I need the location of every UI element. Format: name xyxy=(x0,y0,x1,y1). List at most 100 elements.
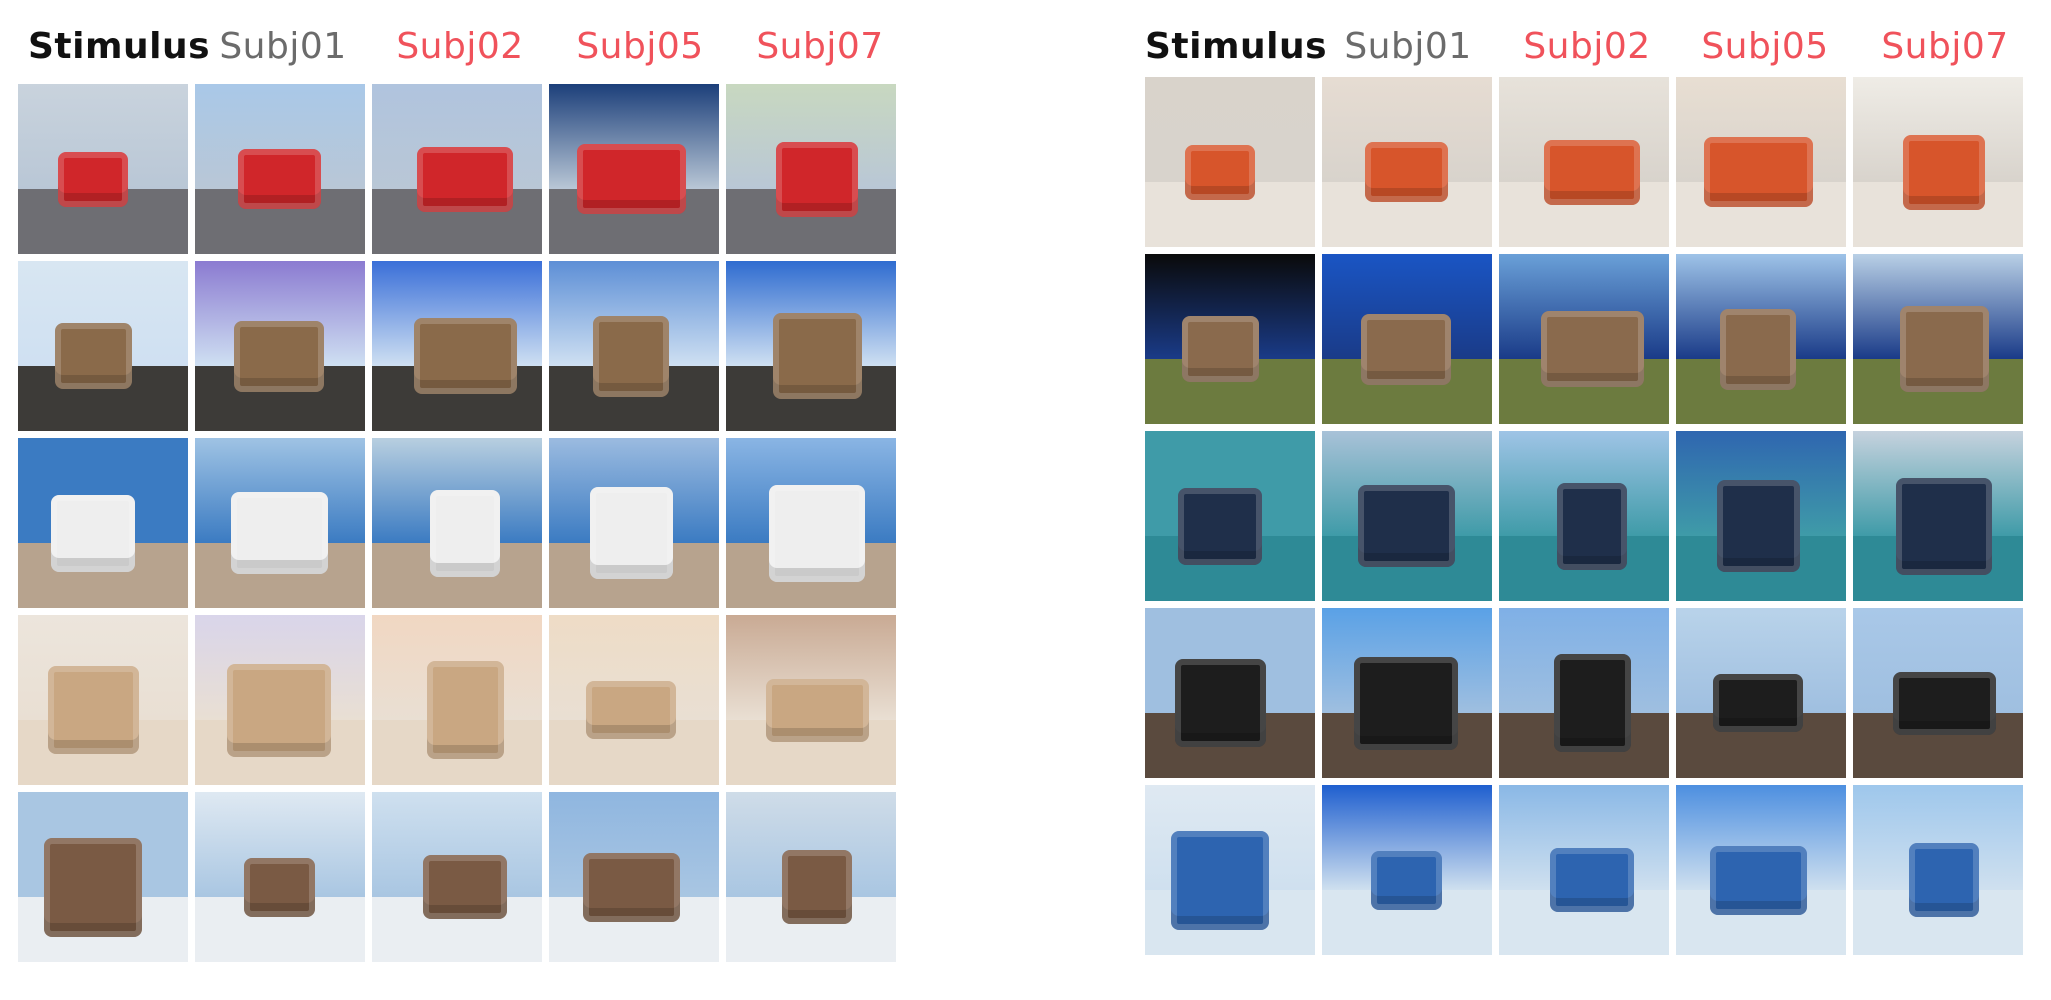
image-subject xyxy=(1354,656,1458,750)
image-subject xyxy=(1709,845,1807,915)
image-subject xyxy=(1550,848,1634,912)
image-subject xyxy=(1181,316,1259,382)
image-subject xyxy=(1899,306,1989,392)
image-subject xyxy=(772,313,862,399)
column-label-subj05: Subj05 xyxy=(576,26,704,67)
image-subject xyxy=(234,320,324,392)
image-subject xyxy=(230,492,328,574)
image-tile xyxy=(1145,254,1315,424)
column-label-stimulus: Stimulus xyxy=(1145,26,1328,67)
image-tile xyxy=(1853,431,2023,601)
image-subject xyxy=(1178,487,1262,565)
image-tile xyxy=(195,261,365,431)
image-subject xyxy=(430,489,500,577)
image-subject xyxy=(782,850,852,924)
image-tile xyxy=(549,615,719,785)
image-tile xyxy=(372,84,542,254)
column-label-subj07: Subj07 xyxy=(756,26,884,67)
image-subject xyxy=(1174,659,1266,747)
image-subject xyxy=(769,484,865,582)
image-tile xyxy=(372,438,542,608)
image-subject xyxy=(1553,654,1631,752)
image-tile xyxy=(18,615,188,785)
image-subject xyxy=(237,149,321,209)
image-tile xyxy=(1499,431,1669,601)
image-tile xyxy=(195,84,365,254)
image-tile xyxy=(18,261,188,431)
image-subject xyxy=(593,315,669,397)
image-subject xyxy=(576,144,686,214)
image-tile xyxy=(549,261,719,431)
image-tile xyxy=(1676,785,1846,955)
image-subject xyxy=(58,151,128,207)
image-tile xyxy=(549,438,719,608)
image-subject xyxy=(1716,480,1800,572)
image-tile xyxy=(1145,785,1315,955)
image-subject xyxy=(1370,850,1442,910)
image-tile xyxy=(1676,431,1846,601)
image-subject xyxy=(1909,843,1979,917)
column-label-subj01: Subj01 xyxy=(219,26,347,67)
image-subject xyxy=(54,323,132,389)
image-tile xyxy=(726,792,896,962)
image-tile xyxy=(726,84,896,254)
image-subject xyxy=(1544,139,1640,205)
image-tile xyxy=(1853,785,2023,955)
image-subject xyxy=(765,678,869,742)
image-subject xyxy=(227,663,331,757)
image-subject xyxy=(47,666,139,754)
image-tile xyxy=(18,792,188,962)
column-label-subj01: Subj01 xyxy=(1344,26,1472,67)
image-tile xyxy=(1322,785,1492,955)
image-subject xyxy=(1361,313,1451,385)
image-tile xyxy=(549,84,719,254)
image-subject xyxy=(417,146,513,212)
image-tile xyxy=(1322,431,1492,601)
column-label-subj02: Subj02 xyxy=(1523,26,1651,67)
image-tile xyxy=(1145,431,1315,601)
image-subject xyxy=(243,857,315,917)
column-label-subj05: Subj05 xyxy=(1701,26,1829,67)
image-tile xyxy=(18,438,188,608)
image-tile xyxy=(1499,608,1669,778)
image-tile xyxy=(726,261,896,431)
column-label-stimulus: Stimulus xyxy=(28,26,211,67)
image-tile xyxy=(1676,254,1846,424)
image-tile xyxy=(1322,608,1492,778)
image-tile xyxy=(1499,785,1669,955)
image-tile xyxy=(1322,77,1492,247)
image-subject xyxy=(582,852,680,922)
image-tile xyxy=(1676,77,1846,247)
image-tile xyxy=(1322,254,1492,424)
image-subject xyxy=(44,837,142,937)
image-tile xyxy=(18,84,188,254)
image-subject xyxy=(1185,144,1255,200)
image-subject xyxy=(423,855,507,919)
image-tile xyxy=(1499,254,1669,424)
image-subject xyxy=(413,318,517,394)
image-tile xyxy=(1145,77,1315,247)
image-subject xyxy=(1540,311,1644,387)
image-tile xyxy=(726,615,896,785)
image-subject xyxy=(1903,134,1985,210)
image-tile xyxy=(1499,77,1669,247)
column-label-subj02: Subj02 xyxy=(396,26,524,67)
image-subject xyxy=(586,681,676,739)
image-subject xyxy=(1720,308,1796,390)
image-tile xyxy=(1853,254,2023,424)
image-tile xyxy=(372,615,542,785)
image-subject xyxy=(1171,830,1269,930)
image-tile xyxy=(1853,77,2023,247)
image-tile xyxy=(195,438,365,608)
image-subject xyxy=(1357,485,1455,567)
image-tile xyxy=(195,792,365,962)
image-subject xyxy=(589,487,673,579)
image-tile xyxy=(726,438,896,608)
image-subject xyxy=(1557,482,1627,570)
image-tile xyxy=(1145,608,1315,778)
image-subject xyxy=(1892,671,1996,735)
image-subject xyxy=(776,141,858,217)
image-tile xyxy=(372,261,542,431)
image-subject xyxy=(51,494,135,572)
image-tile xyxy=(372,792,542,962)
